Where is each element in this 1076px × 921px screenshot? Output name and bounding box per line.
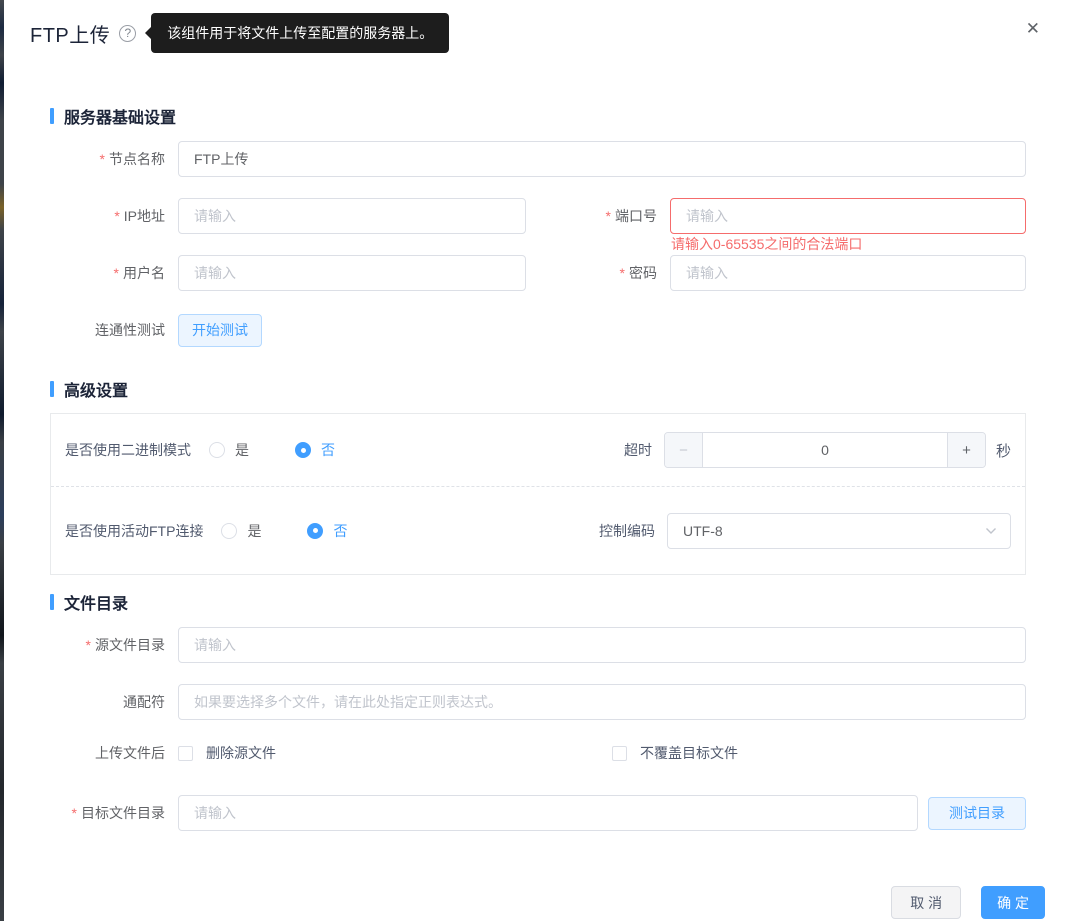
section-advanced-title: 高级设置: [64, 377, 128, 401]
required-mark: *: [86, 637, 91, 653]
tooltip-arrow-icon: [145, 27, 151, 39]
connectivity-label: 连通性测试: [50, 321, 165, 339]
encoding-label: 控制编码: [599, 521, 655, 541]
required-mark: *: [100, 151, 105, 167]
row-connectivity-test: 连通性测试 开始测试: [50, 312, 1026, 348]
help-tooltip: 该组件用于将文件上传至配置的服务器上。: [151, 13, 449, 53]
section-directory-header: 文件目录: [50, 590, 1026, 614]
active-ftp-radio-no[interactable]: 否: [307, 521, 347, 541]
ip-input[interactable]: [178, 198, 526, 234]
target-dir-input[interactable]: [178, 795, 918, 831]
node-name-input[interactable]: [178, 141, 1026, 177]
radio-label: 是: [235, 440, 249, 460]
checkbox-icon: [178, 746, 193, 761]
timeout-label: 超时: [624, 440, 652, 460]
dialog-body: 服务器基础设置 *节点名称 *IP地址 *端口号 请输入0-65535之间的合法…: [0, 104, 1076, 831]
binary-mode-radio-yes[interactable]: 是: [209, 440, 249, 460]
checkbox-icon: [612, 746, 627, 761]
row-source-dir: *源文件目录: [50, 627, 1026, 663]
row-target-dir: *目标文件目录 测试目录: [50, 795, 1026, 831]
node-name-label: *节点名称: [50, 150, 165, 168]
background-page-edge: [0, 0, 4, 921]
row-active-ftp-encoding: 是否使用活动FTP连接 是 否 控制编码 UTF-8: [51, 487, 1025, 574]
wildcard-label: 通配符: [50, 693, 165, 711]
username-input[interactable]: [178, 255, 526, 291]
section-accent-bar: [50, 594, 54, 610]
required-mark: *: [606, 208, 611, 224]
timeout-value[interactable]: 0: [703, 433, 947, 467]
port-input[interactable]: [670, 198, 1026, 234]
target-dir-label: *目标文件目录: [50, 804, 165, 822]
test-dir-button[interactable]: 测试目录: [928, 797, 1026, 830]
chevron-down-icon: [985, 527, 997, 535]
radio-circle-icon: [209, 442, 225, 458]
row-wildcard: 通配符: [50, 684, 1026, 720]
row-binary-mode-timeout: 是否使用二进制模式 是 否 超时 − 0 +: [51, 414, 1025, 487]
help-icon[interactable]: ?: [119, 25, 136, 42]
start-test-button[interactable]: 开始测试: [178, 314, 262, 347]
radio-label: 是: [247, 521, 261, 541]
port-error-message: 请输入0-65535之间的合法端口: [671, 236, 862, 253]
dialog-footer: 取 消 确 定: [891, 886, 1045, 919]
required-mark: *: [114, 208, 119, 224]
row-ip-port: *IP地址 *端口号 请输入0-65535之间的合法端口: [50, 198, 1026, 234]
source-dir-input[interactable]: [178, 627, 1026, 663]
radio-circle-icon: [295, 442, 311, 458]
section-server-title: 服务器基础设置: [64, 104, 176, 128]
section-server-header: 服务器基础设置: [50, 104, 1026, 128]
plus-button[interactable]: +: [947, 433, 985, 467]
section-directory-title: 文件目录: [64, 590, 128, 614]
close-icon[interactable]: ✕: [1026, 20, 1040, 37]
password-input[interactable]: [670, 255, 1026, 291]
minus-button[interactable]: −: [665, 433, 703, 467]
row-node-name: *节点名称: [50, 141, 1026, 177]
tooltip-text: 该组件用于将文件上传至配置的服务器上。: [167, 25, 433, 41]
required-mark: *: [72, 805, 77, 821]
required-mark: *: [620, 265, 625, 281]
after-upload-label: 上传文件后: [50, 744, 165, 762]
section-advanced-header: 高级设置: [50, 377, 1026, 401]
confirm-button[interactable]: 确 定: [981, 886, 1045, 919]
active-ftp-label: 是否使用活动FTP连接: [65, 521, 203, 541]
wildcard-input[interactable]: [178, 684, 1026, 720]
binary-mode-radio-group: 是 否: [209, 440, 335, 460]
dialog-title: FTP上传: [30, 19, 110, 48]
row-after-upload: 上传文件后 删除源文件 不覆盖目标文件: [50, 741, 1026, 765]
binary-mode-radio-no[interactable]: 否: [295, 440, 335, 460]
radio-label: 否: [333, 521, 347, 541]
required-mark: *: [114, 265, 119, 281]
port-label: *端口号: [526, 207, 657, 225]
radio-label: 否: [321, 440, 335, 460]
section-accent-bar: [50, 381, 54, 397]
timeout-stepper: − 0 +: [664, 432, 986, 468]
radio-circle-icon: [221, 523, 237, 539]
source-dir-label: *源文件目录: [50, 636, 165, 654]
ip-label: *IP地址: [50, 207, 165, 225]
password-label: *密码: [526, 264, 657, 282]
checkbox-label: 删除源文件: [206, 743, 276, 763]
no-overwrite-checkbox[interactable]: 不覆盖目标文件: [612, 743, 738, 763]
active-ftp-radio-group: 是 否: [221, 521, 347, 541]
cancel-button[interactable]: 取 消: [891, 886, 961, 919]
section-accent-bar: [50, 108, 54, 124]
username-label: *用户名: [50, 264, 165, 282]
encoding-selected-value: UTF-8: [683, 523, 723, 539]
row-username-password: *用户名 *密码: [50, 255, 1026, 291]
timeout-unit: 秒: [996, 440, 1011, 461]
checkbox-label: 不覆盖目标文件: [640, 743, 738, 763]
radio-circle-icon: [307, 523, 323, 539]
dialog-header: FTP上传 ? 该组件用于将文件上传至配置的服务器上。: [0, 0, 1076, 54]
delete-source-checkbox[interactable]: 删除源文件: [178, 743, 612, 763]
active-ftp-radio-yes[interactable]: 是: [221, 521, 261, 541]
encoding-select[interactable]: UTF-8: [667, 513, 1011, 549]
advanced-settings-panel: 是否使用二进制模式 是 否 超时 − 0 +: [50, 413, 1026, 575]
binary-mode-label: 是否使用二进制模式: [65, 440, 191, 460]
